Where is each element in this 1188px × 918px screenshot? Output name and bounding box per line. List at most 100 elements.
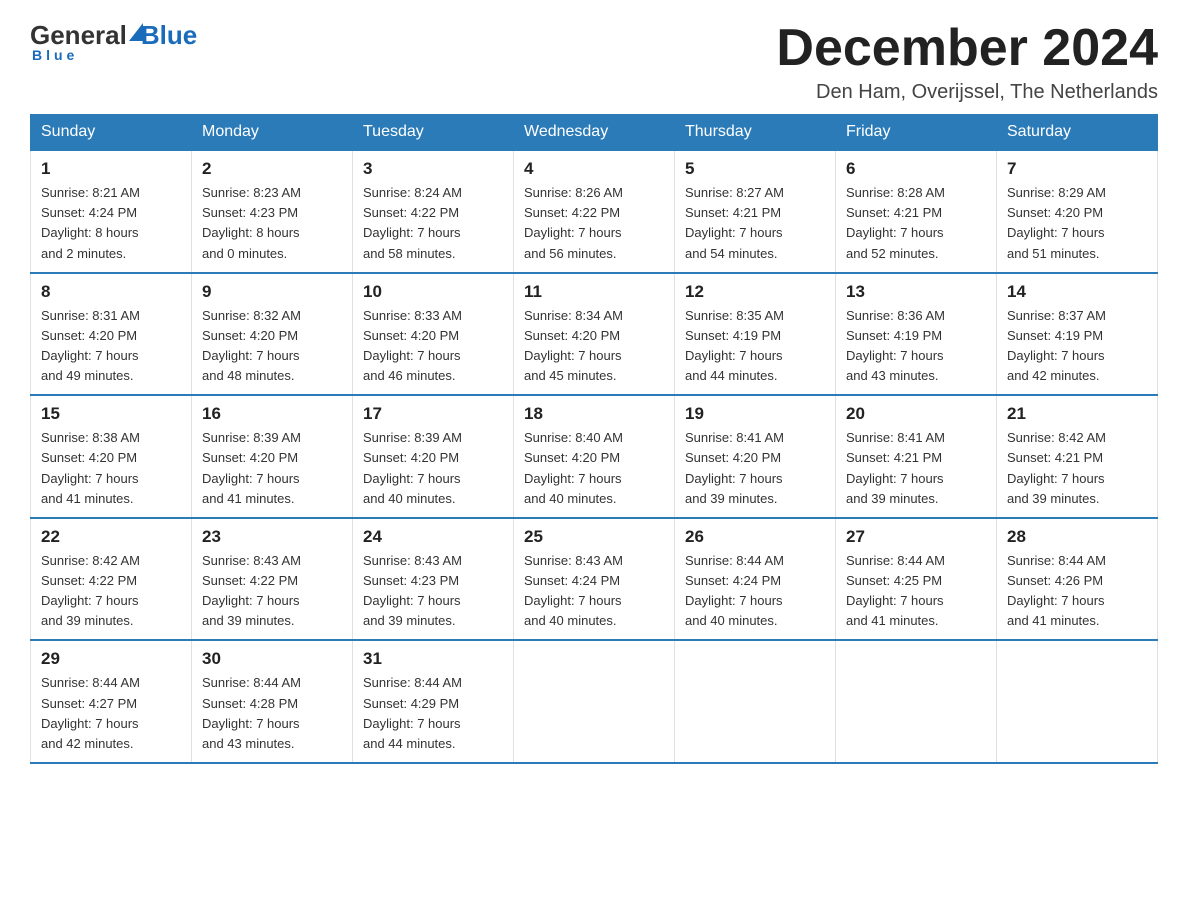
logo-triangle-icon: [129, 23, 143, 41]
day-info: Sunrise: 8:36 AM Sunset: 4:19 PM Dayligh…: [846, 306, 986, 387]
day-info: Sunrise: 8:44 AM Sunset: 4:26 PM Dayligh…: [1007, 551, 1147, 632]
day-info: Sunrise: 8:21 AM Sunset: 4:24 PM Dayligh…: [41, 183, 181, 264]
calendar-day-cell: 5 Sunrise: 8:27 AM Sunset: 4:21 PM Daylig…: [675, 150, 836, 273]
day-number: 7: [1007, 159, 1147, 179]
calendar-day-cell: 10 Sunrise: 8:33 AM Sunset: 4:20 PM Dayli…: [353, 273, 514, 396]
calendar-week-row: 1 Sunrise: 8:21 AM Sunset: 4:24 PM Daylig…: [31, 150, 1158, 273]
day-number: 22: [41, 527, 181, 547]
day-info: Sunrise: 8:28 AM Sunset: 4:21 PM Dayligh…: [846, 183, 986, 264]
logo-underline: Blue: [32, 47, 78, 63]
calendar-day-cell: 6 Sunrise: 8:28 AM Sunset: 4:21 PM Daylig…: [836, 150, 997, 273]
day-info: Sunrise: 8:37 AM Sunset: 4:19 PM Dayligh…: [1007, 306, 1147, 387]
day-number: 13: [846, 282, 986, 302]
day-info: Sunrise: 8:44 AM Sunset: 4:28 PM Dayligh…: [202, 673, 342, 754]
calendar-day-cell: 1 Sunrise: 8:21 AM Sunset: 4:24 PM Daylig…: [31, 150, 192, 273]
day-number: 19: [685, 404, 825, 424]
day-info: Sunrise: 8:44 AM Sunset: 4:27 PM Dayligh…: [41, 673, 181, 754]
logo: General Blue Blue: [30, 20, 197, 63]
day-info: Sunrise: 8:39 AM Sunset: 4:20 PM Dayligh…: [202, 428, 342, 509]
calendar-day-cell: 19 Sunrise: 8:41 AM Sunset: 4:20 PM Dayli…: [675, 395, 836, 518]
calendar-empty-cell: [514, 640, 675, 763]
day-info: Sunrise: 8:26 AM Sunset: 4:22 PM Dayligh…: [524, 183, 664, 264]
day-number: 6: [846, 159, 986, 179]
day-number: 16: [202, 404, 342, 424]
logo-blue-text: Blue: [141, 20, 197, 51]
calendar-week-row: 8Sunrise: 8:31 AM Sunset: 4:20 PM Daylig…: [31, 273, 1158, 396]
day-info: Sunrise: 8:43 AM Sunset: 4:23 PM Dayligh…: [363, 551, 503, 632]
day-info: Sunrise: 8:31 AM Sunset: 4:20 PM Dayligh…: [41, 306, 181, 387]
day-info: Sunrise: 8:44 AM Sunset: 4:25 PM Dayligh…: [846, 551, 986, 632]
calendar-empty-cell: [836, 640, 997, 763]
calendar-day-cell: 26Sunrise: 8:44 AM Sunset: 4:24 PM Dayli…: [675, 518, 836, 641]
calendar-day-cell: 14 Sunrise: 8:37 AM Sunset: 4:19 PM Dayli…: [997, 273, 1158, 396]
day-number: 11: [524, 282, 664, 302]
day-info: Sunrise: 8:33 AM Sunset: 4:20 PM Dayligh…: [363, 306, 503, 387]
day-number: 30: [202, 649, 342, 669]
day-info: Sunrise: 8:42 AM Sunset: 4:21 PM Dayligh…: [1007, 428, 1147, 509]
day-info: Sunrise: 8:41 AM Sunset: 4:21 PM Dayligh…: [846, 428, 986, 509]
day-number: 5: [685, 159, 825, 179]
day-number: 20: [846, 404, 986, 424]
calendar-empty-cell: [675, 640, 836, 763]
day-info: Sunrise: 8:27 AM Sunset: 4:21 PM Dayligh…: [685, 183, 825, 264]
day-number: 29: [41, 649, 181, 669]
calendar-day-cell: 11 Sunrise: 8:34 AM Sunset: 4:20 PM Dayli…: [514, 273, 675, 396]
day-info: Sunrise: 8:35 AM Sunset: 4:19 PM Dayligh…: [685, 306, 825, 387]
day-number: 18: [524, 404, 664, 424]
day-info: Sunrise: 8:23 AM Sunset: 4:23 PM Dayligh…: [202, 183, 342, 264]
day-number: 2: [202, 159, 342, 179]
calendar-day-cell: 21 Sunrise: 8:42 AM Sunset: 4:21 PM Dayli…: [997, 395, 1158, 518]
day-number: 10: [363, 282, 503, 302]
calendar-day-cell: 9 Sunrise: 8:32 AM Sunset: 4:20 PM Daylig…: [192, 273, 353, 396]
calendar-day-cell: 7 Sunrise: 8:29 AM Sunset: 4:20 PM Daylig…: [997, 150, 1158, 273]
day-info: Sunrise: 8:40 AM Sunset: 4:20 PM Dayligh…: [524, 428, 664, 509]
day-number: 23: [202, 527, 342, 547]
header: General Blue Blue December 2024 Den Ham,…: [30, 20, 1158, 104]
day-number: 1: [41, 159, 181, 179]
day-number: 24: [363, 527, 503, 547]
calendar-day-cell: 12Sunrise: 8:35 AM Sunset: 4:19 PM Dayli…: [675, 273, 836, 396]
weekday-header-saturday: Saturday: [997, 115, 1158, 151]
calendar-day-cell: 23 Sunrise: 8:43 AM Sunset: 4:22 PM Dayli…: [192, 518, 353, 641]
day-info: Sunrise: 8:41 AM Sunset: 4:20 PM Dayligh…: [685, 428, 825, 509]
calendar-day-cell: 27Sunrise: 8:44 AM Sunset: 4:25 PM Dayli…: [836, 518, 997, 641]
weekday-header-row: SundayMondayTuesdayWednesdayThursdayFrid…: [31, 115, 1158, 151]
calendar-week-row: 22 Sunrise: 8:42 AM Sunset: 4:22 PM Dayli…: [31, 518, 1158, 641]
calendar-table: SundayMondayTuesdayWednesdayThursdayFrid…: [30, 114, 1158, 764]
day-info: Sunrise: 8:44 AM Sunset: 4:29 PM Dayligh…: [363, 673, 503, 754]
calendar-empty-cell: [997, 640, 1158, 763]
calendar-day-cell: 4Sunrise: 8:26 AM Sunset: 4:22 PM Daylig…: [514, 150, 675, 273]
weekday-header-wednesday: Wednesday: [514, 115, 675, 151]
weekday-header-monday: Monday: [192, 115, 353, 151]
day-number: 15: [41, 404, 181, 424]
day-number: 25: [524, 527, 664, 547]
calendar-day-cell: 15 Sunrise: 8:38 AM Sunset: 4:20 PM Dayli…: [31, 395, 192, 518]
weekday-header-thursday: Thursday: [675, 115, 836, 151]
calendar-day-cell: 24 Sunrise: 8:43 AM Sunset: 4:23 PM Dayli…: [353, 518, 514, 641]
calendar-body: 1 Sunrise: 8:21 AM Sunset: 4:24 PM Daylig…: [31, 150, 1158, 763]
calendar-day-cell: 31Sunrise: 8:44 AM Sunset: 4:29 PM Dayli…: [353, 640, 514, 763]
day-number: 17: [363, 404, 503, 424]
calendar-day-cell: 3Sunrise: 8:24 AM Sunset: 4:22 PM Daylig…: [353, 150, 514, 273]
calendar-week-row: 15 Sunrise: 8:38 AM Sunset: 4:20 PM Dayli…: [31, 395, 1158, 518]
location-subtitle: Den Ham, Overijssel, The Netherlands: [776, 81, 1158, 104]
day-info: Sunrise: 8:43 AM Sunset: 4:22 PM Dayligh…: [202, 551, 342, 632]
calendar-day-cell: 29 Sunrise: 8:44 AM Sunset: 4:27 PM Dayli…: [31, 640, 192, 763]
calendar-day-cell: 18 Sunrise: 8:40 AM Sunset: 4:20 PM Dayli…: [514, 395, 675, 518]
day-number: 21: [1007, 404, 1147, 424]
day-info: Sunrise: 8:42 AM Sunset: 4:22 PM Dayligh…: [41, 551, 181, 632]
day-info: Sunrise: 8:29 AM Sunset: 4:20 PM Dayligh…: [1007, 183, 1147, 264]
calendar-day-cell: 22 Sunrise: 8:42 AM Sunset: 4:22 PM Dayli…: [31, 518, 192, 641]
day-info: Sunrise: 8:38 AM Sunset: 4:20 PM Dayligh…: [41, 428, 181, 509]
title-area: December 2024 Den Ham, Overijssel, The N…: [776, 20, 1158, 104]
day-info: Sunrise: 8:34 AM Sunset: 4:20 PM Dayligh…: [524, 306, 664, 387]
calendar-day-cell: 16 Sunrise: 8:39 AM Sunset: 4:20 PM Dayli…: [192, 395, 353, 518]
day-number: 14: [1007, 282, 1147, 302]
weekday-header-sunday: Sunday: [31, 115, 192, 151]
day-info: Sunrise: 8:39 AM Sunset: 4:20 PM Dayligh…: [363, 428, 503, 509]
day-number: 26: [685, 527, 825, 547]
calendar-day-cell: 13 Sunrise: 8:36 AM Sunset: 4:19 PM Dayli…: [836, 273, 997, 396]
calendar-day-cell: 2 Sunrise: 8:23 AM Sunset: 4:23 PM Daylig…: [192, 150, 353, 273]
day-info: Sunrise: 8:32 AM Sunset: 4:20 PM Dayligh…: [202, 306, 342, 387]
day-number: 9: [202, 282, 342, 302]
